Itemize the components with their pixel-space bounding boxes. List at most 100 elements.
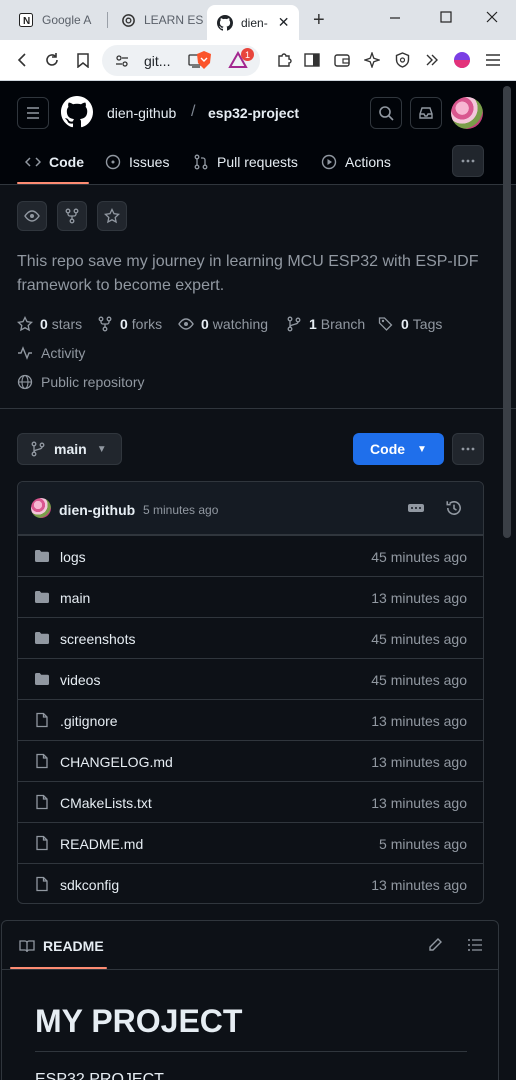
reload-icon[interactable] xyxy=(42,50,62,70)
forks-stat[interactable]: 0 forks xyxy=(97,316,162,332)
tab-actions[interactable]: Actions xyxy=(321,152,391,172)
tab-label: Actions xyxy=(345,154,391,170)
code-icon xyxy=(25,154,41,170)
folder-icon xyxy=(34,548,50,564)
tag-icon xyxy=(378,316,394,332)
outline-list-icon[interactable] xyxy=(467,937,483,953)
eye-icon xyxy=(24,210,40,222)
commit-author-link[interactable]: dien-github xyxy=(59,502,135,518)
tab-issues[interactable]: Issues xyxy=(105,152,169,172)
stat-count: 0 xyxy=(120,316,128,332)
file-name-link[interactable]: .gitignore xyxy=(60,713,118,729)
file-row[interactable]: sdkconfig 13 minutes ago xyxy=(18,863,483,903)
file-row[interactable]: CHANGELOG.md 13 minutes ago xyxy=(18,740,483,781)
menu-icon[interactable] xyxy=(483,50,503,70)
close-tab-icon[interactable]: ✕ xyxy=(278,14,290,31)
tags-stat[interactable]: 0 Tags xyxy=(378,316,442,332)
file-commit-time: 5 minutes ago xyxy=(379,836,467,852)
breadcrumb-separator: / xyxy=(191,103,196,120)
svg-text:N: N xyxy=(23,16,30,27)
fork-icon xyxy=(65,208,79,224)
file-name-link[interactable]: main xyxy=(60,590,90,606)
star-icon xyxy=(17,316,33,332)
readme-tab[interactable]: README xyxy=(19,938,104,954)
code-dropdown-button[interactable]: Code ▼ xyxy=(353,433,444,465)
close-window-icon[interactable] xyxy=(486,10,498,27)
site-settings-icon[interactable] xyxy=(112,51,132,71)
readme-subheading: ESP32 PROJECT xyxy=(35,1071,164,1080)
search-button[interactable] xyxy=(370,97,402,129)
back-icon[interactable] xyxy=(13,50,33,70)
inbox-button[interactable] xyxy=(410,97,442,129)
tab-label: Issues xyxy=(129,154,170,170)
file-row[interactable]: main 13 minutes ago xyxy=(18,576,483,617)
stat-label: Tags xyxy=(412,316,443,332)
breadcrumb-repo-link[interactable]: esp32-project xyxy=(208,105,299,121)
brave-shields-icon[interactable] xyxy=(194,50,214,70)
commit-message-toggle-icon[interactable] xyxy=(407,500,425,516)
edit-pencil-icon[interactable] xyxy=(427,937,443,953)
new-tab-button[interactable]: + xyxy=(313,9,325,32)
file-row[interactable]: screenshots 45 minutes ago xyxy=(18,617,483,658)
file-row[interactable]: CMakeLists.txt 13 minutes ago xyxy=(18,781,483,822)
hamburger-menu-button[interactable] xyxy=(17,97,49,129)
notion-icon: N xyxy=(18,12,34,28)
star-button[interactable] xyxy=(97,201,127,231)
leo-ai-icon[interactable] xyxy=(362,50,382,70)
watching-stat[interactable]: 0 watching xyxy=(178,316,268,332)
file-row[interactable]: videos 45 minutes ago xyxy=(18,658,483,699)
latest-commit-bar: dien-github 5 minutes ago xyxy=(18,482,483,535)
file-name-link[interactable]: sdkconfig xyxy=(60,877,119,893)
browser-toolbar: git... 1 xyxy=(0,40,516,81)
minimize-window-icon[interactable] xyxy=(389,10,401,27)
profile-icon[interactable] xyxy=(452,50,472,70)
file-name-link[interactable]: CHANGELOG.md xyxy=(60,754,173,770)
file-row[interactable]: README.md 5 minutes ago xyxy=(18,822,483,863)
vpn-shield-icon[interactable] xyxy=(392,50,412,70)
openai-icon xyxy=(120,12,136,28)
kebab-horizontal-icon xyxy=(461,159,475,163)
file-commit-time: 45 minutes ago xyxy=(371,631,467,647)
watch-button[interactable] xyxy=(17,201,47,231)
more-nav-button[interactable] xyxy=(452,145,484,177)
file-name-link[interactable]: screenshots xyxy=(60,631,135,647)
github-logo-icon[interactable] xyxy=(61,96,93,133)
more-options-button[interactable] xyxy=(452,433,484,465)
user-avatar[interactable] xyxy=(451,97,483,129)
address-bar[interactable]: git... 1 xyxy=(102,45,260,76)
file-name-link[interactable]: videos xyxy=(60,672,100,688)
bookmark-icon[interactable] xyxy=(73,50,93,70)
branch-stat[interactable]: 1 Branch xyxy=(286,316,365,332)
tab-label: Code xyxy=(49,154,84,170)
file-name-link[interactable]: CMakeLists.txt xyxy=(60,795,152,811)
wallet-icon[interactable] xyxy=(332,50,352,70)
browser-tab-2[interactable]: LEARN ES xyxy=(120,5,203,35)
browser-tab-1[interactable]: N Google A xyxy=(18,5,91,35)
activity-link[interactable]: Activity xyxy=(17,345,85,361)
file-commit-time: 45 minutes ago xyxy=(371,549,467,565)
commit-author-avatar[interactable] xyxy=(31,498,51,518)
stars-stat[interactable]: 0 stars xyxy=(17,316,82,332)
extensions-icon[interactable] xyxy=(274,50,294,70)
tab-code[interactable]: Code xyxy=(25,152,84,172)
stat-label: Branch xyxy=(320,316,366,332)
browser-tab-active[interactable]: dien- ✕ xyxy=(207,5,300,40)
github-icon xyxy=(217,14,233,31)
branch-icon xyxy=(30,441,46,457)
fork-button[interactable] xyxy=(57,201,87,231)
sidebar-toggle-icon[interactable] xyxy=(302,50,322,70)
branch-selector-button[interactable]: main ▼ xyxy=(17,433,122,465)
branch-name: main xyxy=(54,441,87,457)
file-row[interactable]: logs 45 minutes ago xyxy=(18,535,483,576)
stat-label: forks xyxy=(131,316,163,332)
maximize-window-icon[interactable] xyxy=(440,10,452,27)
browser-tab-label: dien- xyxy=(241,15,268,30)
history-icon[interactable] xyxy=(445,499,463,517)
page-scrollbar[interactable] xyxy=(503,86,511,538)
breadcrumb-owner-link[interactable]: dien-github xyxy=(107,105,176,121)
tab-pull-requests[interactable]: Pull requests xyxy=(193,152,298,172)
file-name-link[interactable]: logs xyxy=(60,549,86,565)
file-row[interactable]: .gitignore 13 minutes ago xyxy=(18,699,483,740)
more-extensions-chevron-icon[interactable] xyxy=(422,50,442,70)
file-name-link[interactable]: README.md xyxy=(60,836,143,852)
